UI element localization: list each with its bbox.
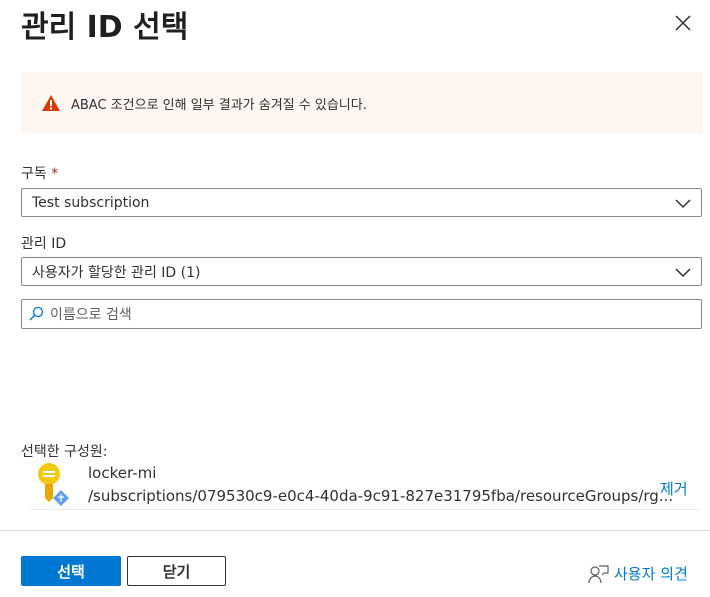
warning-banner: ABAC 조건으로 인해 일부 결과가 숨겨질 수 있습니다. [21,72,703,134]
feedback-link[interactable]: 사용자 의견 [588,563,688,584]
close-button[interactable] [672,12,694,34]
close-dialog-button[interactable]: 닫기 [127,556,226,586]
feedback-icon [588,564,609,583]
subscription-label: 구독 * [21,163,58,183]
managed-id-label: 관리 ID [21,236,67,252]
managed-id-value: 사용자가 할당한 관리 ID (1) [32,264,201,281]
footer-divider [0,530,710,531]
member-path: /subscriptions/079530c9-e0c4-40da-9c91-8… [88,487,674,505]
member-name: locker-mi [88,464,157,482]
required-marker: * [51,166,59,182]
search-input[interactable]: 이름으로 검색 [21,299,702,329]
select-button[interactable]: 선택 [21,556,121,586]
page-title: 관리 ID 선택 [21,10,189,45]
subscription-value: Test subscription [32,194,150,211]
feedback-label: 사용자 의견 [614,565,688,583]
chevron-down-icon [675,199,691,209]
close-icon [675,15,691,31]
managed-identity-key-icon [38,463,69,506]
search-icon [29,306,44,321]
chevron-down-icon [675,268,691,278]
subscription-label-text: 구독 [21,166,47,182]
list-item: locker-mi /subscriptions/079530c9-e0c4-4… [30,458,702,510]
managed-id-dropdown[interactable]: 사용자가 할당한 관리 ID (1) [21,257,702,286]
subscription-dropdown[interactable]: Test subscription [21,188,702,217]
warning-text: ABAC 조건으로 인해 일부 결과가 숨겨질 수 있습니다. [71,97,367,113]
search-placeholder: 이름으로 검색 [50,307,132,323]
remove-member-link[interactable]: 제거 [660,478,688,499]
warning-icon [42,95,60,111]
